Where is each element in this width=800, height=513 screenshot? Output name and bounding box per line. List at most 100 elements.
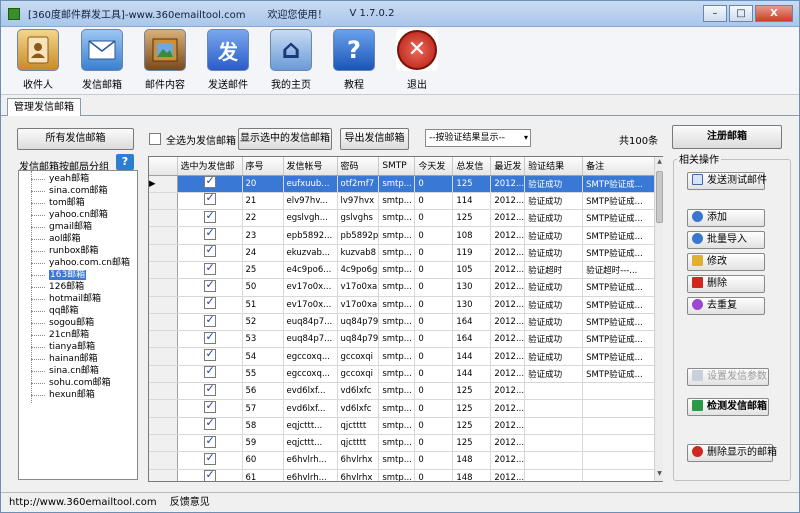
table-row[interactable]: 22egslvgh...gslvghssmtp...01252012...验证成… xyxy=(149,209,662,228)
row-checkbox[interactable] xyxy=(203,261,216,275)
row-header[interactable] xyxy=(149,469,178,481)
all-mailboxes-button[interactable]: 所有发信邮箱 xyxy=(17,128,134,150)
table-row[interactable]: 55egccoxq...gccoxqismtp...01442012...验证成… xyxy=(149,365,662,384)
row-checkbox[interactable] xyxy=(203,434,216,448)
check-mailbox-button[interactable]: 检测发信邮箱 xyxy=(687,398,769,416)
toolbar-exit-button[interactable]: ✕ 退出 xyxy=(386,29,448,93)
column-header[interactable]: 验证结果 xyxy=(524,157,584,176)
export-button[interactable]: 导出发信邮箱 xyxy=(340,128,409,150)
table-scrollbar[interactable]: ▲ ▼ xyxy=(654,157,663,481)
row-checkbox[interactable] xyxy=(203,400,216,413)
column-header[interactable]: 密码 xyxy=(337,157,380,176)
table-row[interactable]: 59eqjcttt...qjcttttsmtp...01252012... xyxy=(149,434,662,453)
tree-item[interactable]: qq邮箱 xyxy=(19,305,137,317)
scroll-up-icon[interactable]: ▲ xyxy=(656,158,663,168)
edit-button[interactable]: 修改 xyxy=(687,253,765,271)
tree-item[interactable]: aol邮箱 xyxy=(19,233,137,245)
table-row[interactable]: 50ev17o0x...v17o0xasmtp...01302012...验证成… xyxy=(149,278,662,297)
toolbar-mail-content-button[interactable]: 邮件内容 xyxy=(134,29,196,93)
scroll-thumb[interactable] xyxy=(656,171,663,223)
tree-item[interactable]: tianya邮箱 xyxy=(19,341,137,353)
table-row[interactable]: 56evd6lxf...vd6lxfcsmtp...01252012... xyxy=(149,382,662,401)
row-checkbox[interactable] xyxy=(203,192,216,206)
send-test-button[interactable]: 发送测试邮件 xyxy=(687,172,767,190)
column-header[interactable]: 今天发 xyxy=(414,157,454,176)
row-header[interactable] xyxy=(149,399,178,418)
row-checkbox[interactable] xyxy=(203,417,216,431)
row-header[interactable] xyxy=(149,192,178,211)
table-row[interactable]: 61e6hvlrh...6hvlrhxsmtp...01482012... xyxy=(149,469,662,481)
tree-item[interactable]: 126邮箱 xyxy=(19,281,137,293)
row-checkbox[interactable] xyxy=(203,244,216,258)
tree-item[interactable]: sogou邮箱 xyxy=(19,317,137,329)
tree-item[interactable]: sina.cn邮箱 xyxy=(19,365,137,377)
delete-shown-button[interactable]: 删除显示的邮箱 xyxy=(687,444,777,462)
table-row[interactable]: 58eqjcttt...qjcttttsmtp...01252012... xyxy=(149,417,662,435)
row-checkbox[interactable] xyxy=(203,296,216,310)
row-header[interactable] xyxy=(149,209,178,228)
table-row[interactable]: 57evd6lxf...vd6lxfcsmtp...01252012... xyxy=(149,399,662,418)
row-header[interactable] xyxy=(149,296,178,314)
table-row[interactable]: 21elv97hv...lv97hvxsmtp...01142012...验证成… xyxy=(149,192,662,211)
row-header[interactable] xyxy=(149,313,178,332)
row-header[interactable] xyxy=(149,417,178,435)
table-row[interactable]: 25e4c9po6...4c9po6gsmtp...01052012...验证超… xyxy=(149,261,662,280)
row-checkbox[interactable] xyxy=(203,383,216,396)
toolbar-send-mail-button[interactable]: 发 发送邮件 xyxy=(197,29,259,93)
column-header[interactable]: SMTP xyxy=(378,157,416,176)
row-checkbox[interactable] xyxy=(203,365,216,379)
row-header[interactable] xyxy=(149,226,178,245)
tab-manage-mailbox[interactable]: 管理发信邮箱 xyxy=(7,98,81,116)
tree-item[interactable]: runbox邮箱 xyxy=(19,245,137,257)
tree-item[interactable]: yahoo.com.cn邮箱 xyxy=(19,257,137,269)
column-header[interactable]: 序号 xyxy=(242,157,284,176)
row-header[interactable] xyxy=(149,330,178,349)
column-header[interactable]: 发信帐号 xyxy=(283,157,338,176)
row-checkbox[interactable] xyxy=(203,227,216,241)
tree-item[interactable]: yahoo.cn邮箱 xyxy=(19,209,137,221)
feedback-link[interactable]: 反馈意见 xyxy=(170,497,210,508)
row-checkbox[interactable] xyxy=(203,469,216,481)
table-row[interactable]: 52euq84p7...uq84p79smtp...01642012...验证成… xyxy=(149,313,662,332)
row-header[interactable] xyxy=(149,244,178,262)
tree-item[interactable]: gmail邮箱 xyxy=(19,221,137,233)
row-header[interactable] xyxy=(149,261,178,280)
column-header[interactable]: 最近发 xyxy=(490,157,526,176)
tree-item[interactable]: hotmail邮箱 xyxy=(19,293,137,305)
row-header[interactable]: ▶ xyxy=(149,175,178,193)
result-filter-select[interactable]: --按验证结果显示-- ▾ xyxy=(425,129,531,147)
tree-item-selected[interactable]: 163邮箱 xyxy=(19,269,137,281)
scroll-down-icon[interactable]: ▼ xyxy=(656,470,663,480)
add-button[interactable]: 添加 xyxy=(687,209,765,227)
tree-item[interactable]: 21cn邮箱 xyxy=(19,329,137,341)
toolbar-tutorial-button[interactable]: ? 教程 xyxy=(323,29,385,93)
row-checkbox[interactable] xyxy=(203,210,216,223)
tree-item[interactable]: hainan邮箱 xyxy=(19,353,137,365)
table-row[interactable]: 60e6hvlrh...6hvlrhxsmtp...01482012... xyxy=(149,451,662,470)
settings-button[interactable]: 设置发信参数 xyxy=(687,368,769,386)
table-row[interactable]: 23epb5892...pb5892psmtp...01082012...验证成… xyxy=(149,226,662,245)
tree-item[interactable]: yeah邮箱 xyxy=(19,173,137,185)
row-header[interactable] xyxy=(149,347,178,366)
toolbar-sender-mailbox-button[interactable]: 发信邮箱 xyxy=(71,29,133,93)
register-mailbox-button[interactable]: 注册邮箱 xyxy=(672,125,782,149)
toolbar-recipients-button[interactable]: 收件人 xyxy=(7,29,69,93)
column-header[interactable]: 选中为发信邮 xyxy=(177,157,243,176)
batch-import-button[interactable]: 批量导入 xyxy=(687,231,765,249)
row-header[interactable] xyxy=(149,382,178,401)
minimize-button[interactable]: – xyxy=(703,5,727,22)
tree-item[interactable]: hexun邮箱 xyxy=(19,389,137,401)
table-row[interactable]: ▶ 20eufxuub...otf2mf7smtp...01252012...验证… xyxy=(149,175,662,193)
tree-item[interactable]: sina.com邮箱 xyxy=(19,185,137,197)
select-all-checkbox[interactable] xyxy=(149,133,161,145)
show-selected-button[interactable]: 显示选中的发信邮箱 xyxy=(238,128,332,150)
table-row[interactable]: 24ekuzvab...kuzvab8smtp...01192012...验证成… xyxy=(149,244,662,262)
delete-button[interactable]: 删除 xyxy=(687,275,765,293)
tree-item[interactable]: sohu.com邮箱 xyxy=(19,377,137,389)
close-button[interactable]: X xyxy=(755,5,793,22)
tree-item[interactable]: tom邮箱 xyxy=(19,197,137,209)
table-row[interactable]: 54egccoxq...gccoxqismtp...01442012...验证成… xyxy=(149,347,662,366)
table-row[interactable]: 51ev17o0x...v17o0xasmtp...01302012...验证成… xyxy=(149,296,662,314)
row-checkbox[interactable] xyxy=(203,452,216,465)
column-header[interactable]: 总发信 xyxy=(452,157,492,176)
